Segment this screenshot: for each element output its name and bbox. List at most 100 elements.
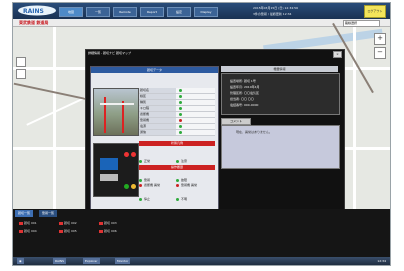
zoom-out-button[interactable]: − [374, 47, 386, 59]
signal-lamp [131, 152, 136, 157]
status-dot-icon [179, 107, 182, 110]
data-row-label: 遮断機 [139, 112, 176, 117]
data-row-value [176, 100, 215, 105]
legend-item: 警報機 異常 [176, 183, 213, 188]
status-dot-icon [179, 89, 182, 92]
tab-report[interactable]: Report [140, 7, 164, 17]
status-dot-icon [176, 160, 179, 163]
data-row-label: 警報機 [139, 118, 176, 123]
os-taskbar: ◉ RAINS Explorer Monitor 12:34 [13, 257, 390, 265]
tab-remote[interactable]: Remote [113, 7, 137, 17]
status-dot-icon [179, 119, 182, 122]
tab-settings[interactable]: 設定 [167, 7, 191, 17]
comment-tab[interactable]: コメント [221, 118, 251, 125]
data-row: 通信 [139, 130, 215, 136]
legend-label: 正常 [144, 159, 151, 163]
data-row-label: 線区 [139, 94, 176, 99]
legend-label: 停止 [144, 197, 151, 201]
legend-item: 遮断機 異常 [139, 183, 176, 188]
taskbar-item[interactable]: Monitor [115, 258, 131, 264]
legend-item: 注意 [176, 159, 213, 164]
dialog-title: 詳細情報 - 踏切ナビ 踏切マップ [88, 51, 131, 55]
data-row-label: キロ程 [139, 106, 176, 111]
device-info-panel: 機器情報 設置場所: 踏切 1号 設置年月: 2010年4月 管理区所: 〇〇電気区… [221, 66, 340, 212]
info-line: 担当者: 〇〇 〇〇 [230, 97, 254, 101]
comment-area[interactable]: 現在、異常はありません。 [221, 125, 340, 169]
taskbar-item[interactable]: Explorer [83, 258, 100, 264]
tab-crossing-list[interactable]: 踏切一覧 [15, 210, 34, 217]
info-line: 管理区所: 〇〇電気区 [230, 91, 259, 95]
status-dot-icon [139, 184, 142, 187]
line-selector[interactable]: 路線選択 [343, 20, 380, 27]
layer-tool-icon[interactable] [16, 69, 26, 79]
legend-label: 不明 [181, 197, 188, 201]
dialog-close-button[interactable]: × [333, 51, 342, 58]
zoom-control: + − [374, 33, 386, 69]
data-row-value [176, 106, 215, 111]
crossing-gate [100, 103, 134, 105]
crossing-list-item[interactable]: 踏切 004 [19, 229, 37, 233]
legend-label: 警報機 異常 [181, 183, 197, 187]
data-row-label: 踏切名 [139, 88, 176, 93]
detail-dialog: 詳細情報 - 踏切ナビ 踏切マップ × 踏切データ 踏切名 線区 種別 キロ程 遮断機警… [85, 49, 345, 219]
taskbar-item[interactable]: RAINS [53, 258, 67, 264]
tab-map[interactable]: 地図 [59, 7, 83, 17]
tab-list[interactable]: 一覧 [86, 7, 110, 17]
zoom-in-button[interactable]: + [374, 33, 386, 45]
legend-label: 注意 [181, 159, 188, 163]
map-tools [16, 57, 26, 81]
taskbar-clock: 12:34 [377, 259, 386, 263]
legend-item: 不明 [176, 197, 213, 202]
crossing-list-item[interactable]: 踏切 001 [19, 221, 37, 225]
crossing-photo [93, 88, 139, 136]
crossing-list-item[interactable]: 踏切 005 [59, 229, 77, 233]
alert-flag-icon [99, 229, 103, 233]
data-row-label: 電源 [139, 124, 176, 129]
info-line: 設置場所: 踏切 1号 [230, 79, 256, 83]
info-box: 設置場所: 踏切 1号 設置年月: 2010年4月 管理区所: 〇〇電気区 担当者: … [221, 73, 340, 115]
app-window: RAINS 地図 一覧 Remote Report 設定 Display 201… [12, 2, 391, 266]
history-list: 遮断機 異常 警報機 異常 [139, 171, 215, 190]
crossing-list-label: 踏切 005 [64, 229, 77, 233]
crossing-data-panel: 踏切データ 踏切名 線区 種別 キロ程 遮断機 警報機 電源 通信 状態凡例 正常 注意 警報 故障… [90, 66, 219, 214]
signal-device-image [93, 143, 139, 197]
status-text: 3件の警報 / 最終更新 12:34 [253, 12, 292, 16]
alert-flag-icon [59, 221, 63, 225]
crossing-list-item[interactable]: 踏切 006 [99, 229, 117, 233]
status-dot-icon [179, 131, 182, 134]
crossing-list-label: 踏切 003 [104, 221, 117, 225]
crossing-list-item[interactable]: 踏切 002 [59, 221, 77, 225]
start-button[interactable]: ◉ [17, 258, 24, 264]
data-row-value [176, 118, 215, 123]
tab-alarm-list[interactable]: 警報一覧 [39, 210, 58, 217]
legend-item: 正常 [139, 159, 176, 164]
crossing-list-label: 踏切 001 [24, 221, 37, 225]
map-road [353, 27, 356, 209]
data-row-label: 種別 [139, 100, 176, 105]
data-row-value [176, 112, 215, 117]
tab-display[interactable]: Display [194, 7, 218, 17]
data-row-value [176, 94, 215, 99]
alert-flag-icon [19, 229, 23, 233]
info-header: 機器情報 [221, 66, 338, 72]
railway-name: 東武鉄道 鉄道局 [19, 20, 49, 25]
app-logo: RAINS [18, 5, 56, 16]
status-dot-icon [176, 198, 179, 201]
bottom-panel: 踏切一覧 警報一覧 踏切 001 踏切 002 踏切 003 踏切 004 踏切 005… [13, 209, 390, 257]
status-dot-icon [179, 113, 182, 116]
panel-title: 踏切データ [91, 67, 218, 73]
top-header: RAINS 地図 一覧 Remote Report 設定 Display 201… [13, 3, 390, 19]
comment-text: 現在、異常はありません。 [236, 130, 272, 134]
crossing-list-label: 踏切 004 [24, 229, 37, 233]
device-bar [100, 174, 118, 181]
pan-tool-icon[interactable] [16, 57, 26, 67]
logout-button[interactable]: ログアウト [364, 5, 386, 18]
legend-item: 停止 [139, 197, 176, 202]
alert-flag-icon [19, 221, 23, 225]
data-row-label: 通信 [139, 130, 176, 135]
crossing-list-item[interactable]: 踏切 003 [99, 221, 117, 225]
datetime-display: 2015年03月15日 (日) 12:34:56 [253, 6, 298, 10]
status-dot-icon [139, 160, 142, 163]
status-dot-icon [179, 125, 182, 128]
signal-lamp [124, 184, 129, 189]
